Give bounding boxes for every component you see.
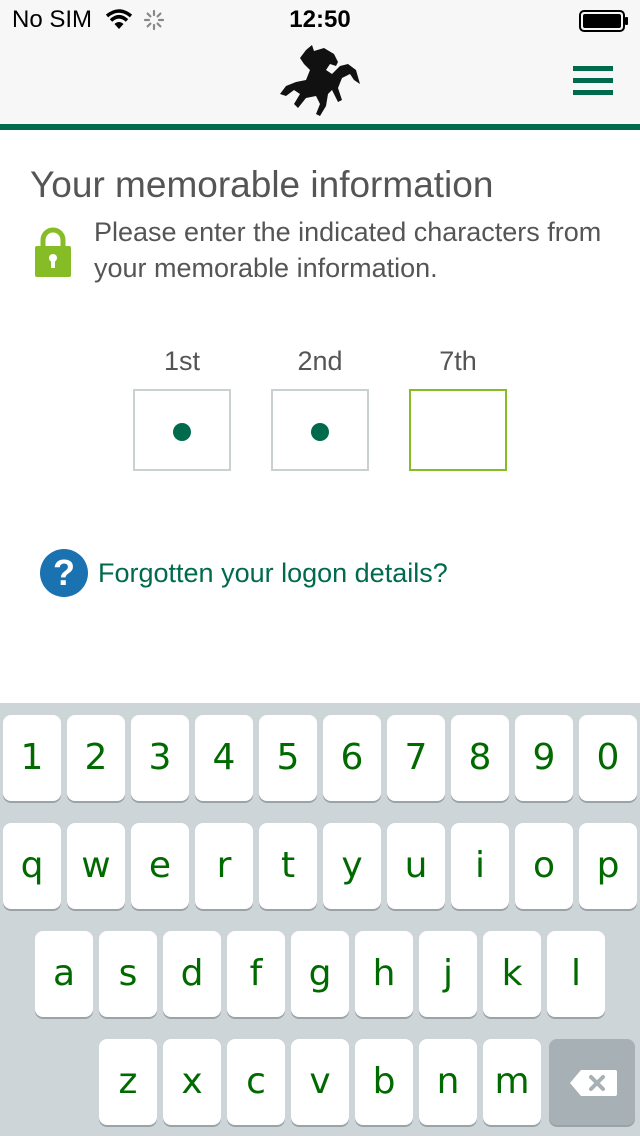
masked-char-dot (173, 423, 191, 441)
help-question-icon: ? (40, 549, 88, 597)
char-label-2nd: 2nd (297, 346, 343, 376)
lock-icon (35, 227, 71, 277)
key-i[interactable]: i (451, 823, 509, 909)
key-p[interactable]: p (579, 823, 637, 909)
key-j[interactable]: j (419, 931, 477, 1017)
key-a[interactable]: a (35, 931, 93, 1017)
key-h[interactable]: h (355, 931, 413, 1017)
key-m[interactable]: m (483, 1039, 541, 1125)
key-x[interactable]: x (163, 1039, 221, 1125)
key-8[interactable]: 8 (451, 715, 509, 801)
key-6[interactable]: 6 (323, 715, 381, 801)
app-header (0, 40, 640, 124)
hamburger-menu-icon[interactable] (573, 66, 613, 100)
key-r[interactable]: r (195, 823, 253, 909)
header-divider (0, 124, 640, 130)
key-s[interactable]: s (99, 931, 157, 1017)
delete-key[interactable] (549, 1039, 635, 1125)
battery-icon (579, 10, 628, 32)
key-3[interactable]: 3 (131, 715, 189, 801)
key-7[interactable]: 7 (387, 715, 445, 801)
char-input-2nd[interactable] (271, 389, 369, 471)
key-t[interactable]: t (259, 823, 317, 909)
instructions-text: Please enter the indicated characters fr… (94, 217, 602, 283)
key-y[interactable]: y (323, 823, 381, 909)
key-5[interactable]: 5 (259, 715, 317, 801)
on-screen-keyboard: 1 2 3 4 5 6 7 8 9 0 q w e r t y u i o p … (0, 703, 640, 1136)
key-u[interactable]: u (387, 823, 445, 909)
status-time: 12:50 (289, 6, 351, 33)
key-l[interactable]: l (547, 931, 605, 1017)
key-1[interactable]: 1 (3, 715, 61, 801)
key-k[interactable]: k (483, 931, 541, 1017)
key-w[interactable]: w (67, 823, 125, 909)
key-n[interactable]: n (419, 1039, 477, 1125)
key-9[interactable]: 9 (515, 715, 573, 801)
key-0[interactable]: 0 (579, 715, 637, 801)
key-2[interactable]: 2 (67, 715, 125, 801)
key-z[interactable]: z (99, 1039, 157, 1125)
key-g[interactable]: g (291, 931, 349, 1017)
char-input-1st[interactable] (133, 389, 231, 471)
char-label-7th: 7th (439, 346, 477, 376)
char-label-1st: 1st (163, 346, 201, 376)
key-4[interactable]: 4 (195, 715, 253, 801)
masked-char-dot (311, 423, 329, 441)
key-d[interactable]: d (163, 931, 221, 1017)
char-input-7th[interactable] (409, 389, 507, 471)
key-v[interactable]: v (291, 1039, 349, 1125)
status-bar: No SIM 12:50 (0, 0, 640, 40)
black-horse-logo-icon (280, 45, 360, 116)
key-e[interactable]: e (131, 823, 189, 909)
forgotten-logon-link[interactable]: ? Forgotten your logon details? (40, 548, 448, 598)
forgotten-logon-label[interactable]: Forgotten your logon details? (98, 558, 448, 589)
key-f[interactable]: f (227, 931, 285, 1017)
key-q[interactable]: q (3, 823, 61, 909)
key-b[interactable]: b (355, 1039, 413, 1125)
page-title: Your memorable information (30, 164, 494, 205)
key-o[interactable]: o (515, 823, 573, 909)
backspace-icon (570, 1070, 617, 1096)
key-c[interactable]: c (227, 1039, 285, 1125)
